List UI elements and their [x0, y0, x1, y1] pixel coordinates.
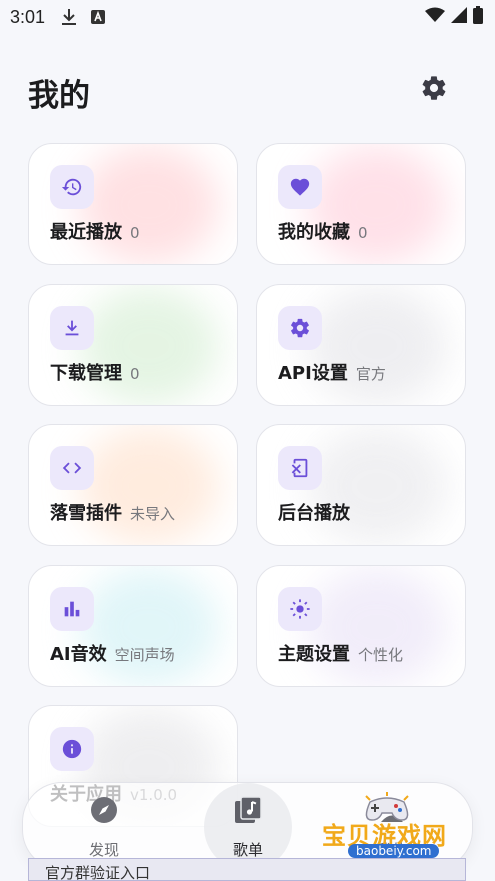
- nav-label-playlist: 歌单: [232, 840, 263, 859]
- card-heart[interactable]: 我的收藏 0: [256, 143, 466, 265]
- card-equalizer[interactable]: AI音效 空间声场: [28, 565, 238, 687]
- card-text: 下载管理 0: [50, 359, 140, 385]
- background-play-icon: [278, 446, 322, 490]
- nav-label-discover: 发现: [88, 840, 119, 859]
- watermark-sub: baobeiy.com: [348, 844, 440, 858]
- card-label: 下载管理: [50, 363, 122, 384]
- card-label: 主题设置: [278, 644, 350, 665]
- card-subtitle: 未导入: [130, 505, 176, 523]
- gear-icon: [278, 306, 322, 350]
- brightness-icon: [278, 587, 322, 631]
- status-right: [425, 6, 483, 29]
- card-subtitle: 官方: [355, 365, 386, 383]
- card-download[interactable]: 下载管理 0: [28, 284, 238, 406]
- equalizer-icon: [50, 587, 94, 631]
- download-icon: [50, 306, 94, 350]
- card-brightness[interactable]: 主题设置 个性化: [256, 565, 466, 687]
- card-label: AI音效: [50, 644, 107, 665]
- watermark-logo: 宝贝游戏网 baobeiy.com: [318, 790, 468, 860]
- card-label: 我的收藏: [278, 222, 350, 243]
- card-gear[interactable]: API设置 官方: [256, 284, 466, 406]
- card-text: 落雪插件 未导入: [50, 499, 175, 525]
- battery-icon: [473, 6, 483, 29]
- playlist-icon: [233, 795, 263, 829]
- status-time: 3:01: [10, 6, 46, 27]
- gear-icon[interactable]: [418, 72, 450, 104]
- page-title: 我的: [28, 78, 90, 114]
- a-icon: [91, 10, 106, 24]
- card-subtitle: 个性化: [358, 646, 404, 664]
- card-subtitle: 空间声场: [114, 646, 175, 664]
- card-glow: [307, 287, 447, 405]
- history-icon: [50, 165, 94, 209]
- card-subtitle: 0: [130, 365, 140, 383]
- heart-icon: [278, 165, 322, 209]
- card-glow: [307, 146, 447, 264]
- card-history[interactable]: 最近播放 0: [28, 143, 238, 265]
- card-label: 最近播放: [50, 222, 122, 243]
- card-text: API设置 官方: [278, 359, 386, 385]
- signal-icon: [451, 7, 467, 28]
- card-glow: [79, 427, 219, 545]
- download-icon: [61, 8, 77, 26]
- card-text: 最近播放 0: [50, 218, 140, 244]
- card-text: 主题设置 个性化: [278, 640, 403, 666]
- code-icon: [50, 446, 94, 490]
- card-glow: [79, 146, 219, 264]
- card-glow: [307, 427, 447, 545]
- card-text: 我的收藏 0: [278, 218, 368, 244]
- card-subtitle: 0: [358, 224, 368, 242]
- card-subtitle: 0: [130, 224, 140, 242]
- group-verify-entry[interactable]: 官方群验证入口: [28, 858, 466, 881]
- card-glow: [79, 568, 219, 686]
- card-glow: [79, 287, 219, 405]
- card-label: 落雪插件: [50, 503, 122, 524]
- card-glow: [307, 568, 447, 686]
- card-text: 后台播放: [278, 499, 350, 525]
- card-background-play[interactable]: 后台播放: [256, 424, 466, 546]
- wifi-icon: [425, 7, 445, 28]
- status-bar: 3:01: [0, 0, 495, 34]
- card-code[interactable]: 落雪插件 未导入: [28, 424, 238, 546]
- info-icon: [50, 727, 94, 771]
- compass-icon: [89, 795, 119, 829]
- card-text: AI音效 空间声场: [50, 640, 175, 666]
- card-label: 后台播放: [278, 503, 350, 524]
- card-label: API设置: [278, 363, 348, 384]
